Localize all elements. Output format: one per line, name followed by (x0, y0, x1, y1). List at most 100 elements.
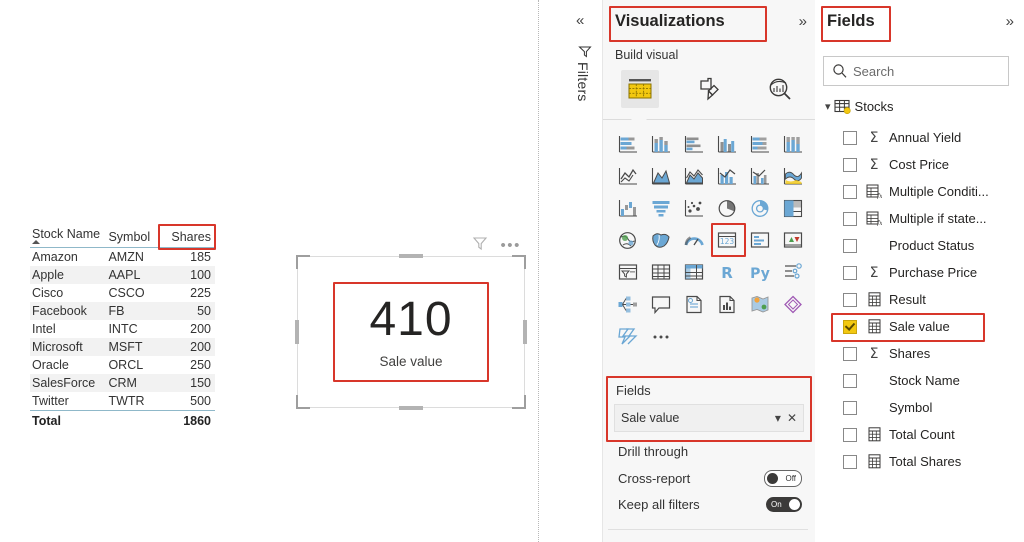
fields-well-chip[interactable]: Sale value ▾ ✕ (614, 404, 804, 432)
field-checkbox[interactable] (843, 292, 857, 307)
field-checkbox[interactable] (843, 238, 857, 253)
visual-type-q-and-a[interactable] (644, 288, 677, 320)
field-checkbox[interactable] (843, 184, 857, 199)
column-header-stock-name[interactable]: Stock Name (30, 226, 107, 248)
field-item[interactable]: fx Multiple if state... (843, 205, 1023, 232)
field-item[interactable]: Σ Shares (843, 340, 1023, 367)
field-item[interactable]: Total Shares (843, 448, 1023, 475)
visual-type-slicer[interactable] (611, 256, 644, 288)
visual-type-power-automate[interactable] (611, 320, 644, 352)
visual-type-decomposition-tree[interactable] (611, 288, 644, 320)
field-checkbox[interactable] (843, 427, 857, 442)
selection-corner-tr[interactable] (512, 255, 526, 269)
visual-type-python-visual[interactable]: Py (743, 256, 776, 288)
search-input[interactable]: Search (823, 56, 1009, 86)
visual-type-area-chart[interactable] (644, 160, 677, 192)
visual-type-stacked-area-chart[interactable] (677, 160, 710, 192)
field-checkbox[interactable] (843, 211, 857, 226)
close-icon[interactable]: ✕ (787, 411, 797, 425)
column-header-symbol[interactable]: Symbol (106, 226, 162, 248)
table-row[interactable]: Facebook FB 50 (30, 302, 215, 320)
visual-type-waterfall-chart[interactable] (611, 192, 644, 224)
stocks-table-visual[interactable]: Stock Name Symbol Shares Amazon AMZN 185 Ap… (30, 224, 216, 430)
visual-type-narrative[interactable] (677, 288, 710, 320)
visual-header-toolbar[interactable]: ••• (297, 233, 525, 255)
visual-type-treemap[interactable] (776, 192, 809, 224)
field-item[interactable]: Total Count (843, 421, 1023, 448)
table-row[interactable]: Cisco CSCO 225 (30, 284, 215, 302)
visual-type-stacked-column-chart[interactable] (644, 128, 677, 160)
visual-type-scatter-chart[interactable] (677, 192, 710, 224)
field-item[interactable]: Symbol (843, 394, 1023, 421)
visual-type-ribbon-chart[interactable] (776, 160, 809, 192)
chevron-down-icon[interactable]: ▾ (825, 100, 831, 113)
table-row[interactable]: Twitter TWTR 500 (30, 392, 215, 411)
table-row[interactable]: Intel INTC 200 (30, 320, 215, 338)
field-item[interactable]: Sale value (831, 313, 1023, 342)
visual-type-gauge-chart[interactable] (677, 224, 710, 256)
report-canvas[interactable]: Stock Name Symbol Shares Amazon AMZN 185 Ap… (0, 0, 540, 542)
selection-handle-right[interactable] (523, 320, 527, 344)
field-checkbox[interactable] (843, 346, 857, 361)
field-checkbox[interactable] (843, 373, 857, 388)
visual-type-100-percent-stacked-column-chart[interactable] (776, 128, 809, 160)
table-row[interactable]: SalesForce CRM 150 (30, 374, 215, 392)
tab-build-visual[interactable] (621, 70, 659, 108)
selection-corner-br[interactable] (512, 395, 526, 409)
field-item[interactable]: Result (843, 286, 1023, 313)
field-checkbox[interactable] (843, 130, 857, 145)
tab-format-visual[interactable] (691, 70, 729, 108)
expand-visualizations-icon[interactable]: » (799, 13, 807, 30)
fields-table-stocks[interactable]: ▾ Stocks (825, 99, 894, 114)
tab-analytics[interactable] (761, 70, 799, 108)
selection-handle-top[interactable] (399, 254, 423, 258)
visual-type-arcgis-maps[interactable] (743, 288, 776, 320)
visual-type-clustered-column-chart[interactable] (710, 128, 743, 160)
visual-type-matrix[interactable] (677, 256, 710, 288)
selection-handle-bottom[interactable] (399, 406, 423, 410)
selection-handle-left[interactable] (295, 320, 299, 344)
field-item[interactable]: Σ Annual Yield (843, 124, 1023, 151)
visual-type-donut-chart[interactable] (743, 192, 776, 224)
visual-type-power-apps[interactable] (776, 288, 809, 320)
field-checkbox[interactable] (843, 400, 857, 415)
field-item[interactable]: Σ Purchase Price (843, 259, 1023, 286)
visual-type-line-and-clustered-column-chart[interactable] (743, 160, 776, 192)
visual-type-multi-row-card[interactable] (743, 224, 776, 256)
visual-type-stacked-bar-chart[interactable] (611, 128, 644, 160)
visual-type-r-script-visual[interactable]: R (710, 256, 743, 288)
field-checkbox[interactable] (843, 265, 857, 280)
filters-pane-collapsed[interactable]: « Filters (572, 0, 602, 542)
field-checkbox[interactable] (843, 319, 857, 334)
cross-report-toggle[interactable]: Off (764, 470, 802, 487)
card-visual[interactable]: 410 Sale value (295, 254, 527, 410)
visual-type-map[interactable] (611, 224, 644, 256)
field-checkbox[interactable] (843, 454, 857, 469)
visual-type-pie-chart[interactable] (710, 192, 743, 224)
field-item[interactable]: fx Multiple Conditi... (843, 178, 1023, 205)
visual-type-line-and-stacked-column-chart[interactable] (710, 160, 743, 192)
visual-type-paginated-report[interactable] (710, 288, 743, 320)
keep-all-filters-toggle[interactable]: On (766, 497, 802, 512)
field-item[interactable]: Stock Name (843, 367, 1023, 394)
field-item[interactable]: Σ Cost Price (843, 151, 1023, 178)
visual-type-100-percent-stacked-bar-chart[interactable] (743, 128, 776, 160)
visual-type-card[interactable]: 123 (710, 223, 746, 257)
visual-type-more-visuals[interactable] (644, 320, 677, 352)
visual-type-filled-map[interactable] (644, 224, 677, 256)
table-row[interactable]: Amazon AMZN 185 (30, 248, 215, 267)
visual-type-funnel-chart[interactable] (644, 192, 677, 224)
table-row[interactable]: Microsoft MSFT 200 (30, 338, 215, 356)
table-row[interactable]: Apple AAPL 100 (30, 266, 215, 284)
table-row[interactable]: Oracle ORCL 250 (30, 356, 215, 374)
chevron-down-icon[interactable]: ▾ (775, 411, 781, 425)
more-options-icon[interactable]: ••• (500, 238, 521, 253)
field-checkbox[interactable] (843, 157, 857, 172)
selection-corner-tl[interactable] (296, 255, 310, 269)
visual-type-table[interactable] (644, 256, 677, 288)
expand-fields-pane-icon[interactable]: » (1006, 13, 1014, 30)
collapse-filters-icon[interactable]: « (576, 12, 584, 29)
column-header-shares[interactable]: Shares (161, 226, 215, 248)
field-item[interactable]: Product Status (843, 232, 1023, 259)
visual-type-clustered-bar-chart[interactable] (677, 128, 710, 160)
